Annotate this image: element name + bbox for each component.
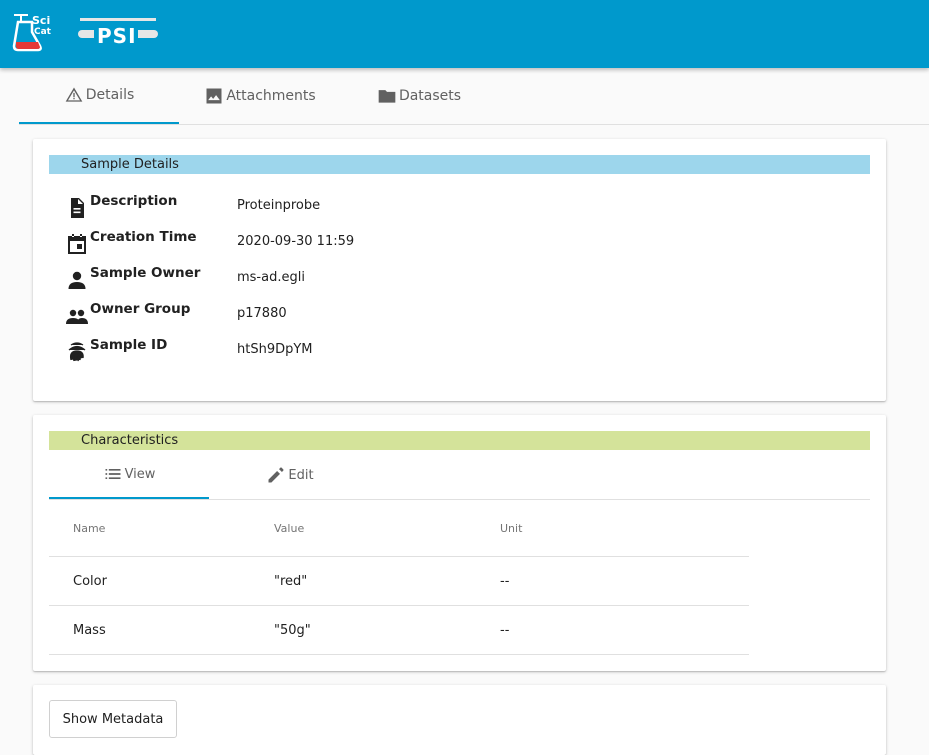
table-row: Mass "50g" -- — [49, 605, 749, 655]
cell-value: "red" — [274, 556, 500, 606]
detail-value: ms-ad.egli — [237, 270, 305, 285]
cell-unit: -- — [500, 605, 749, 655]
tab-label: Attachments — [226, 88, 316, 104]
card-header: Characteristics — [49, 431, 870, 450]
detail-tabs: Details Attachments Datasets — [19, 68, 929, 125]
table-row: Color "red" -- — [49, 556, 749, 606]
card-header: Sample Details — [49, 155, 870, 174]
description-icon — [71, 198, 84, 218]
tab-details[interactable]: Details — [19, 68, 179, 124]
detail-row-description: Description Proteinprobe — [65, 193, 320, 221]
detail-row-sample-owner: Sample Owner ms-ad.egli — [65, 265, 305, 293]
detail-label: Description — [90, 193, 178, 209]
svg-text:Cat: Cat — [34, 27, 52, 37]
characteristics-tabs: View Edit — [49, 451, 870, 500]
pencil-icon — [268, 467, 284, 483]
tab-datasets[interactable]: Datasets — [339, 68, 499, 124]
detail-value: Proteinprobe — [237, 198, 321, 213]
svg-text:PSI: PSI — [97, 24, 137, 46]
characteristics-card: Characteristics View Edit Name Value Uni… — [33, 415, 886, 671]
tab-label: Details — [85, 87, 135, 103]
detail-row-sample-id: Sample ID htSh9DpYM — [65, 337, 313, 365]
column-header-value[interactable]: Value — [274, 500, 500, 557]
detail-label: Sample Owner — [90, 265, 201, 281]
psi-logo[interactable]: PSI — [78, 16, 158, 46]
show-metadata-button[interactable]: Show Metadata — [49, 700, 177, 738]
scicat-logo[interactable]: Sci Cat — [12, 12, 58, 52]
cell-name: Mass — [49, 605, 274, 655]
folder-icon — [378, 90, 396, 103]
detail-row-creation-time: Creation Time 2020-09-30 11:59 — [65, 229, 354, 257]
list-icon — [105, 469, 121, 479]
cell-unit: -- — [500, 556, 749, 606]
column-header-name[interactable]: Name — [49, 500, 274, 557]
calendar-icon — [68, 234, 86, 254]
detail-label: Creation Time — [90, 229, 197, 245]
top-app-bar: Sci Cat PSI — [0, 0, 929, 68]
table-header-row: Name Value Unit — [49, 500, 749, 557]
detail-value: htSh9DpYM — [237, 342, 313, 357]
tab-label: Edit — [288, 467, 314, 483]
cell-value: "50g" — [274, 605, 500, 655]
group-icon — [66, 309, 88, 324]
person-icon — [68, 271, 86, 289]
detail-row-owner-group: Owner Group p17880 — [65, 301, 287, 329]
tab-label: View — [124, 466, 156, 482]
image-icon — [206, 88, 222, 104]
characteristics-table: Name Value Unit Color "red" -- Mass "50g… — [49, 500, 749, 655]
metadata-card: Show Metadata — [33, 685, 886, 755]
column-header-unit[interactable]: Unit — [500, 500, 749, 557]
svg-text:Sci: Sci — [32, 14, 50, 27]
warning-icon — [65, 87, 83, 102]
tab-view[interactable]: View — [49, 451, 209, 499]
tab-edit[interactable]: Edit — [210, 451, 370, 499]
sample-details-card: Sample Details Description Proteinprobe … — [33, 139, 886, 401]
fingerprint-icon — [68, 342, 86, 362]
detail-value: p17880 — [237, 306, 287, 321]
detail-label: Owner Group — [90, 301, 191, 317]
detail-value: 2020-09-30 11:59 — [237, 234, 355, 249]
tab-attachments[interactable]: Attachments — [180, 68, 340, 124]
cell-name: Color — [49, 556, 274, 606]
detail-label: Sample ID — [90, 337, 168, 353]
tab-label: Datasets — [398, 88, 462, 104]
